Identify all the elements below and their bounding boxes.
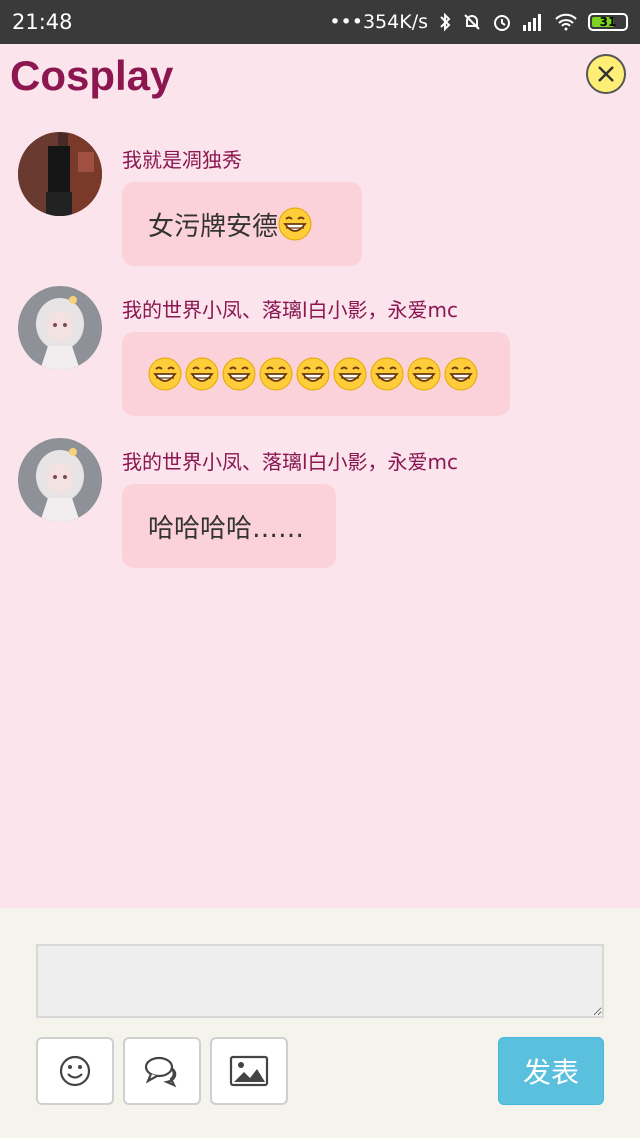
sender-name: 我就是凋独秀: [122, 148, 242, 172]
message-input[interactable]: [36, 944, 604, 1018]
emoji-button[interactable]: [36, 1037, 114, 1105]
message-bubble[interactable]: 女污牌安德: [122, 182, 362, 266]
message-list[interactable]: 我就是凋独秀 女污牌安德 我的世界小凤、落璃l白小影，永爱mc 我的世界小凤、落…: [0, 114, 640, 908]
image-icon: [229, 1055, 269, 1087]
mute-bell-icon: [462, 12, 482, 32]
chat-icon: [144, 1056, 177, 1088]
status-bar: 21:48 •••354K/s 31: [0, 0, 640, 44]
message-bubble[interactable]: 哈哈哈哈……: [122, 484, 336, 568]
grin-emoji-icon: [407, 357, 441, 391]
signal-icon: [522, 13, 544, 31]
grin-emoji-icon: [370, 357, 404, 391]
image-button[interactable]: [210, 1037, 288, 1105]
status-time: 21:48: [12, 10, 73, 34]
composer: 发表: [0, 908, 640, 1138]
page-title: Cosplay: [10, 52, 174, 99]
close-button[interactable]: [586, 54, 626, 94]
grin-emoji-icon: [333, 357, 367, 391]
grin-emoji-icon: [185, 357, 219, 391]
message-text: 哈哈哈哈……: [148, 513, 305, 544]
grin-emoji-icon: [259, 357, 293, 391]
grin-emoji-icon: [148, 357, 182, 391]
message-text: 女污牌安德: [148, 211, 279, 242]
sender-name: 我的世界小凤、落璃l白小影，永爱mc: [122, 450, 459, 474]
grin-emoji-icon: [278, 207, 312, 241]
network-speed: •••354K/s: [329, 11, 428, 33]
send-button[interactable]: 发表: [498, 1037, 604, 1105]
wifi-icon: [554, 13, 578, 31]
grin-emoji-icon: [444, 357, 478, 391]
avatar[interactable]: [18, 132, 102, 216]
header: Cosplay: [0, 44, 640, 114]
bluetooth-icon: [438, 12, 452, 32]
grin-emoji-icon: [296, 357, 330, 391]
alarm-icon: [492, 12, 512, 32]
battery-icon: 31: [588, 13, 628, 31]
avatar[interactable]: [18, 286, 102, 370]
sender-name: 我的世界小凤、落璃l白小影，永爱mc: [122, 298, 459, 322]
smile-icon: [59, 1055, 91, 1087]
status-icons: •••354K/s 31: [329, 11, 628, 33]
avatar[interactable]: [18, 438, 102, 522]
grin-emoji-icon: [222, 357, 256, 391]
message-bubble[interactable]: [122, 332, 510, 416]
chat-button[interactable]: [123, 1037, 201, 1105]
close-icon: [598, 66, 614, 82]
